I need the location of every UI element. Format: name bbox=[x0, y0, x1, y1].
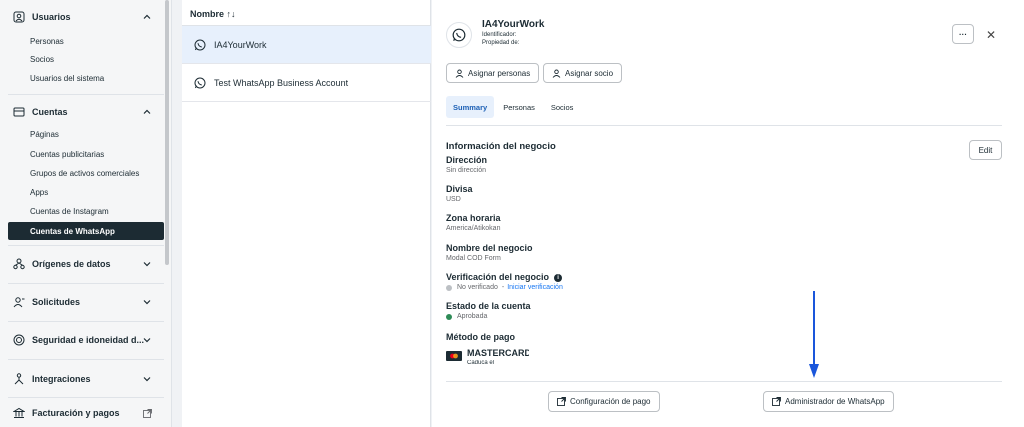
external-link-icon bbox=[772, 397, 781, 406]
card-name: MASTERCARD bbox=[467, 348, 529, 358]
business-name-label: Nombre del negocio bbox=[446, 243, 533, 253]
account-list: Nombre ↑↓ IA4YourWork Test WhatsApp Busi… bbox=[182, 0, 431, 427]
whatsapp-icon bbox=[194, 77, 206, 88]
sidebar-section-label: Facturación y pagos bbox=[32, 408, 120, 418]
page-title: IA4YourWork bbox=[482, 19, 545, 30]
more-icon: ··· bbox=[959, 29, 967, 39]
users-icon bbox=[12, 10, 26, 24]
sidebar-section-label: Seguridad e idoneidad d... bbox=[32, 335, 145, 345]
identifier-label: Identificador: bbox=[482, 32, 517, 38]
sidebar-divider bbox=[8, 321, 164, 322]
sidebar-item-grupos-activos[interactable]: Grupos de activos comerciales bbox=[0, 166, 163, 181]
tab-socios[interactable]: Socios bbox=[544, 96, 581, 118]
divider bbox=[446, 125, 1002, 126]
owner-label: Propiedad de: bbox=[482, 40, 520, 46]
whatsapp-icon bbox=[452, 28, 466, 42]
integrations-icon bbox=[12, 372, 26, 386]
status-dot bbox=[446, 313, 452, 320]
sidebar-section-label: Solicitudes bbox=[32, 297, 81, 307]
verification-label: Verificación del negocio i bbox=[446, 272, 563, 282]
mastercard-icon bbox=[446, 351, 462, 361]
shield-icon bbox=[12, 333, 26, 347]
sidebar-divider bbox=[8, 359, 164, 360]
data-sources-icon bbox=[12, 257, 26, 271]
chevron-up-icon bbox=[141, 106, 153, 118]
bank-icon bbox=[12, 406, 26, 420]
sidebar-section-solicitudes[interactable]: Solicitudes bbox=[0, 293, 163, 311]
column-header-nombre[interactable]: Nombre ↑↓ bbox=[182, 0, 431, 26]
sidebar-section-label: Cuentas bbox=[32, 107, 68, 117]
business-name-value: Modal COD Form bbox=[446, 255, 501, 262]
avatar bbox=[446, 22, 472, 48]
sidebar-section-usuarios[interactable]: Usuarios bbox=[0, 8, 163, 26]
timezone-value: America/Atikokan bbox=[446, 225, 501, 232]
chevron-down-icon bbox=[141, 373, 153, 385]
list-item[interactable]: IA4YourWork bbox=[182, 26, 431, 64]
external-link-icon bbox=[141, 407, 153, 419]
more-options-button[interactable]: ··· bbox=[952, 24, 974, 44]
sidebar-section-cuentas[interactable]: Cuentas bbox=[0, 103, 163, 121]
sidebar: Usuarios Personas Socios Usuarios del si… bbox=[0, 0, 172, 427]
sidebar-divider bbox=[8, 397, 164, 398]
sidebar-item-apps[interactable]: Apps bbox=[0, 185, 163, 200]
chevron-down-icon bbox=[141, 258, 153, 270]
sidebar-item-cuentas-instagram[interactable]: Cuentas de Instagram bbox=[0, 204, 163, 219]
wallet-icon bbox=[12, 105, 26, 119]
list-item[interactable]: Test WhatsApp Business Account bbox=[182, 64, 431, 102]
tab-personas[interactable]: Personas bbox=[496, 96, 542, 118]
external-link-icon bbox=[557, 397, 566, 406]
arrow-down-annotation bbox=[809, 291, 819, 378]
sidebar-divider bbox=[8, 245, 164, 246]
person-icon bbox=[552, 69, 561, 78]
assign-people-button[interactable]: Asignar personas bbox=[446, 63, 540, 83]
account-status-label: Estado de la cuenta bbox=[446, 301, 531, 311]
assign-partner-button[interactable]: Asignar socio bbox=[543, 63, 623, 83]
sidebar-divider bbox=[8, 94, 164, 95]
sidebar-section-label: Integraciones bbox=[32, 374, 91, 384]
sidebar-section-facturacion[interactable]: Facturación y pagos bbox=[0, 404, 163, 422]
card-expiry: Caduca el bbox=[467, 360, 495, 366]
sidebar-item-cuentas-whatsapp[interactable]: Cuentas de WhatsApp bbox=[8, 222, 164, 240]
sidebar-section-label: Orígenes de datos bbox=[32, 259, 111, 269]
chevron-up-icon bbox=[141, 11, 153, 23]
start-verification-link[interactable]: Iniciar verificación bbox=[507, 284, 563, 291]
sidebar-section-label: Usuarios bbox=[32, 12, 71, 22]
chevron-down-icon bbox=[141, 334, 153, 346]
sidebar-item-usuarios-sistema[interactable]: Usuarios del sistema bbox=[0, 71, 163, 86]
tab-summary[interactable]: Summary bbox=[446, 96, 495, 118]
currency-label: Divisa bbox=[446, 184, 473, 194]
status-dot bbox=[446, 284, 452, 291]
divider bbox=[446, 381, 1002, 382]
account-status-value: Aprobada bbox=[446, 313, 487, 320]
detail-tabs: Summary Personas Socios bbox=[446, 96, 582, 118]
sidebar-item-personas[interactable]: Personas bbox=[0, 34, 163, 49]
sidebar-section-origenes[interactable]: Orígenes de datos bbox=[0, 255, 163, 273]
person-icon bbox=[455, 69, 464, 78]
panel-gap bbox=[172, 0, 182, 427]
payment-config-button[interactable]: Configuración de pago bbox=[548, 391, 660, 412]
sidebar-scrollbar[interactable] bbox=[165, 0, 169, 265]
edit-button[interactable]: Edit bbox=[969, 140, 1002, 160]
sidebar-item-cuentas-publicitarias[interactable]: Cuentas publicitarias bbox=[0, 147, 163, 162]
sidebar-item-paginas[interactable]: Páginas bbox=[0, 127, 163, 142]
whatsapp-manager-button[interactable]: Administrador de WhatsApp bbox=[763, 391, 894, 412]
sidebar-item-socios[interactable]: Socios bbox=[0, 52, 163, 67]
sidebar-section-seguridad[interactable]: Seguridad e idoneidad d... bbox=[0, 331, 163, 349]
address-label: Dirección bbox=[446, 155, 488, 165]
currency-value: USD bbox=[446, 196, 461, 203]
info-icon[interactable]: i bbox=[554, 273, 563, 282]
whatsapp-icon bbox=[194, 39, 206, 50]
verification-value: No verificado - Iniciar verificación bbox=[446, 284, 563, 291]
sidebar-divider bbox=[8, 283, 164, 284]
detail-panel: IA4YourWork Identificador: Propiedad de:… bbox=[432, 0, 1024, 427]
address-value: Sin dirección bbox=[446, 167, 487, 174]
section-title: Información del negocio bbox=[446, 141, 556, 152]
chevron-down-icon bbox=[141, 296, 153, 308]
user-request-icon bbox=[12, 295, 26, 309]
close-button[interactable]: ✕ bbox=[984, 28, 998, 42]
timezone-label: Zona horaria bbox=[446, 213, 501, 223]
close-icon: ✕ bbox=[985, 28, 997, 42]
payment-method-label: Método de pago bbox=[446, 332, 515, 342]
sidebar-section-integraciones[interactable]: Integraciones bbox=[0, 370, 163, 388]
